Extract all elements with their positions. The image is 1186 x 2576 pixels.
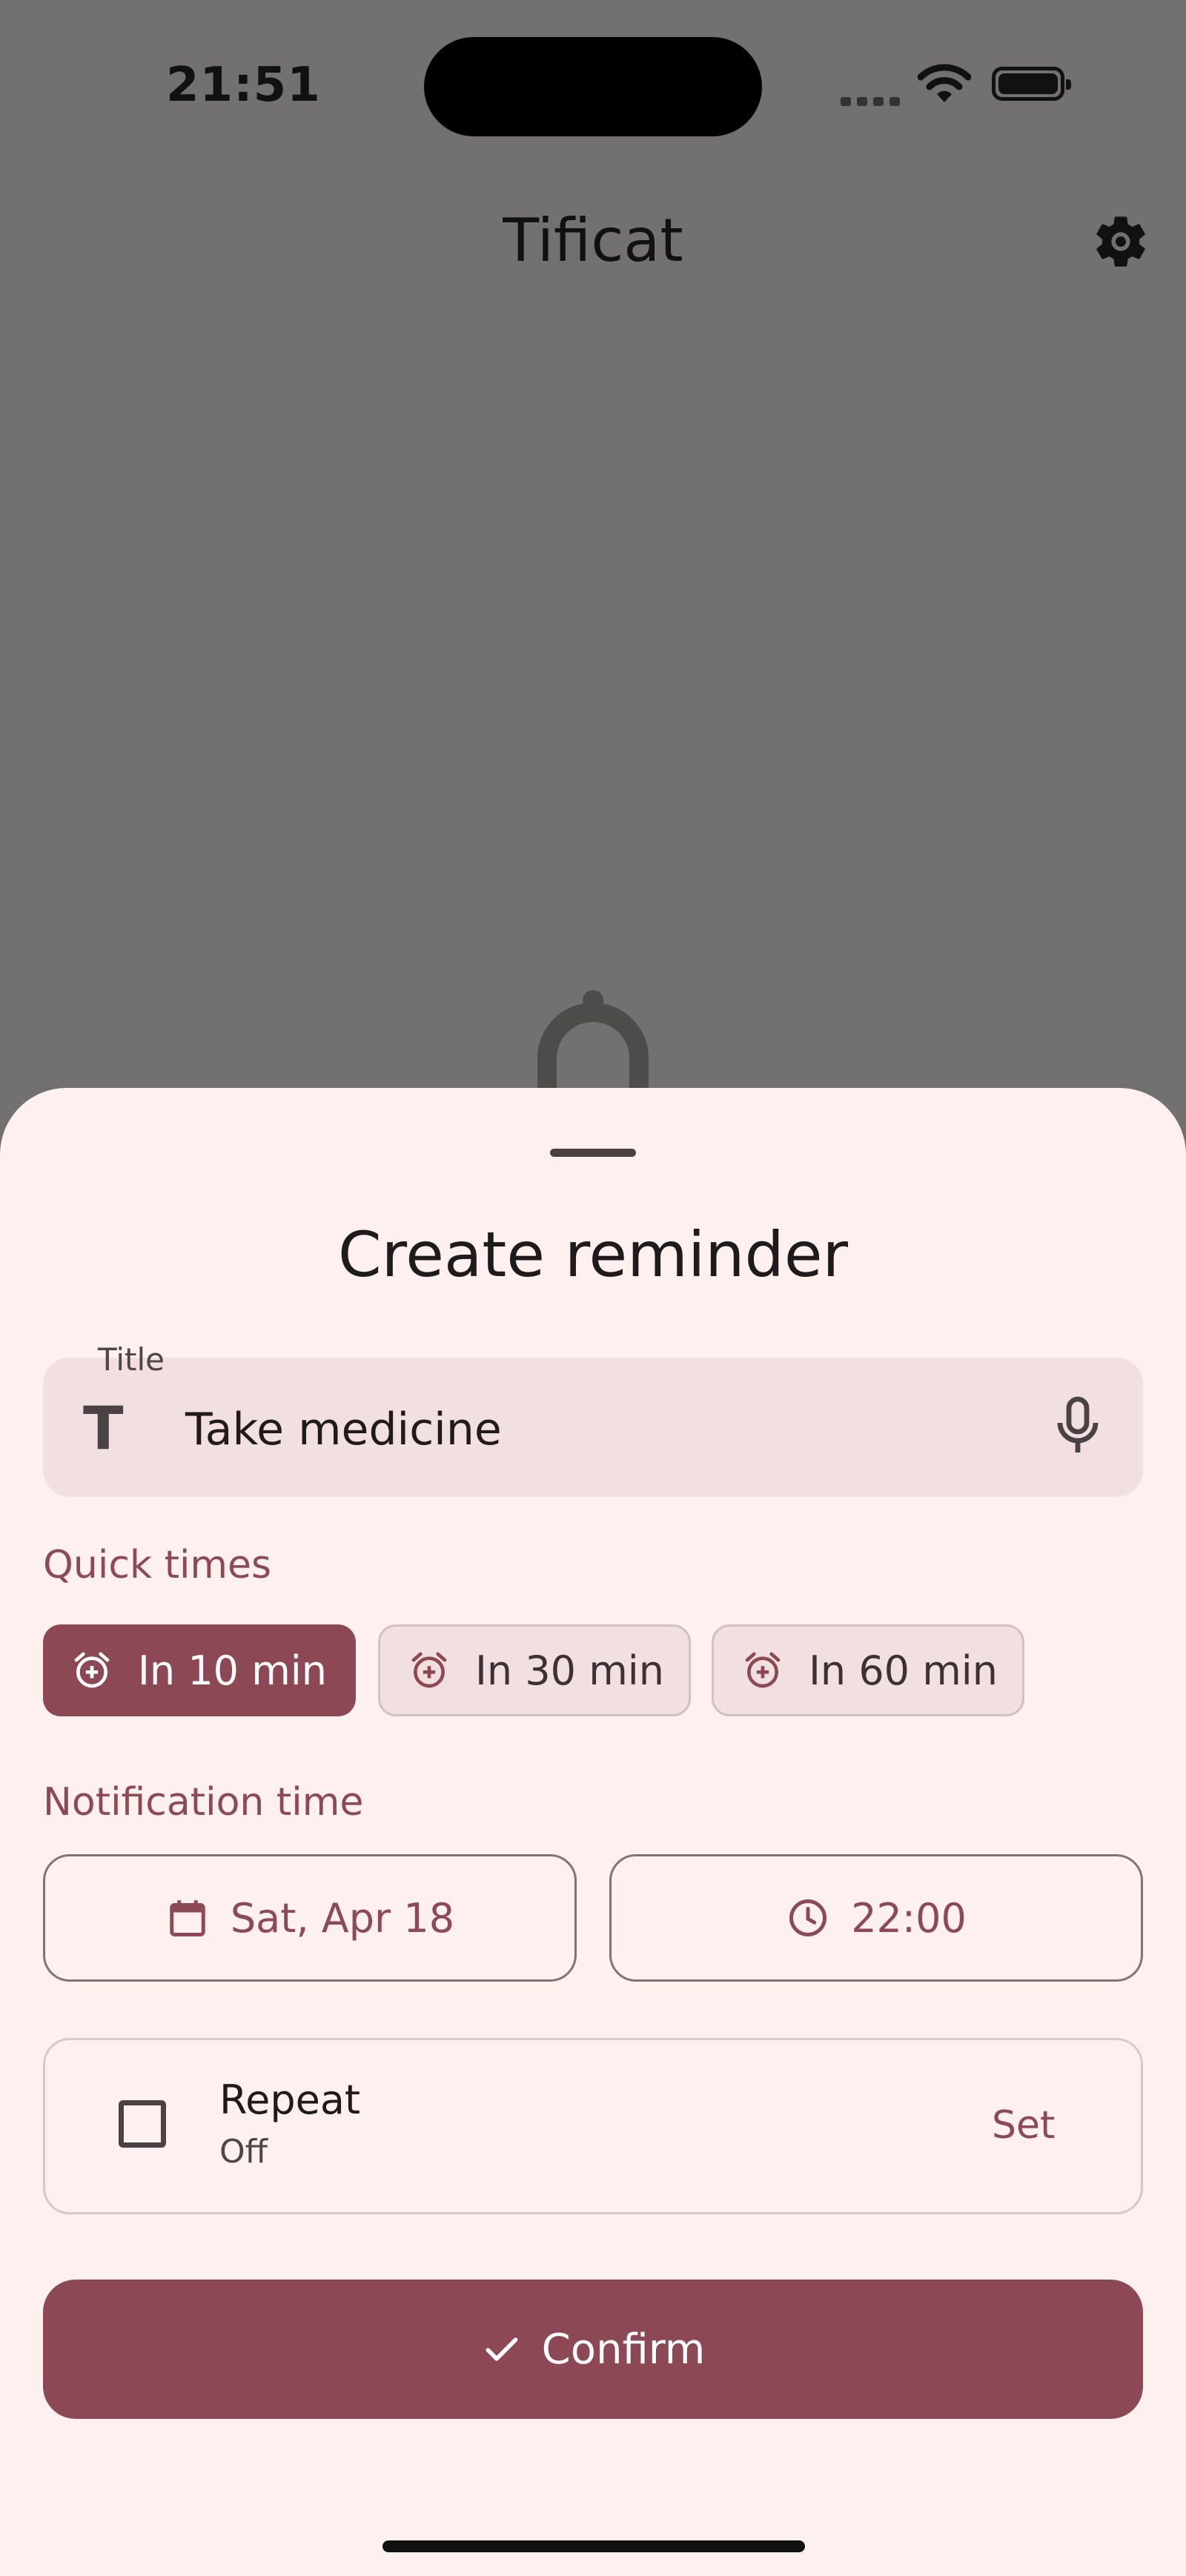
- chip-label: In 30 min: [475, 1647, 665, 1694]
- text-icon: T: [83, 1394, 124, 1463]
- gear-icon[interactable]: [1090, 210, 1152, 276]
- clock-icon: [786, 1896, 830, 1940]
- repeat-label: Repeat: [219, 2077, 361, 2123]
- alarm-add-icon: [742, 1650, 784, 1691]
- time-value: 22:00: [851, 1894, 967, 1942]
- alarm-add-icon: [71, 1650, 113, 1691]
- repeat-status: Off: [219, 2133, 268, 2171]
- title-field-label: Title: [98, 1341, 165, 1378]
- chip-label: In 10 min: [138, 1647, 328, 1694]
- chip-in-10-min[interactable]: In 10 min: [43, 1624, 356, 1716]
- repeat-card[interactable]: [43, 2038, 1143, 2214]
- date-button[interactable]: Sat, Apr 18: [43, 1854, 577, 1982]
- status-time: 21:51: [166, 58, 321, 113]
- confirm-label: Confirm: [541, 2325, 706, 2374]
- time-button[interactable]: 22:00: [609, 1854, 1143, 1982]
- title-input-value[interactable]: Take medicine: [185, 1404, 502, 1455]
- date-value: Sat, Apr 18: [230, 1894, 455, 1942]
- signal-icon: [841, 95, 906, 109]
- mic-icon[interactable]: [1054, 1396, 1101, 1458]
- repeat-set-button[interactable]: Set: [992, 2103, 1055, 2148]
- dynamic-island: [424, 37, 762, 136]
- wifi-icon: [917, 64, 972, 107]
- confirm-button[interactable]: Confirm: [43, 2280, 1143, 2419]
- calendar-icon: [165, 1896, 210, 1940]
- drag-handle[interactable]: [550, 1149, 636, 1157]
- app-title: Tificat: [503, 206, 683, 275]
- quick-times-label: Quick times: [43, 1543, 272, 1587]
- chip-in-60-min[interactable]: In 60 min: [712, 1624, 1024, 1716]
- notification-time-label: Notification time: [43, 1780, 364, 1825]
- sheet-title: Create reminder: [337, 1218, 849, 1291]
- chip-in-30-min[interactable]: In 30 min: [378, 1624, 691, 1716]
- repeat-checkbox[interactable]: [119, 2100, 166, 2148]
- battery-icon: [992, 67, 1071, 101]
- alarm-add-icon: [408, 1650, 450, 1691]
- home-indicator[interactable]: [382, 2540, 805, 2552]
- check-icon: [481, 2328, 523, 2370]
- chip-label: In 60 min: [809, 1647, 998, 1694]
- bell-icon: [534, 990, 652, 1097]
